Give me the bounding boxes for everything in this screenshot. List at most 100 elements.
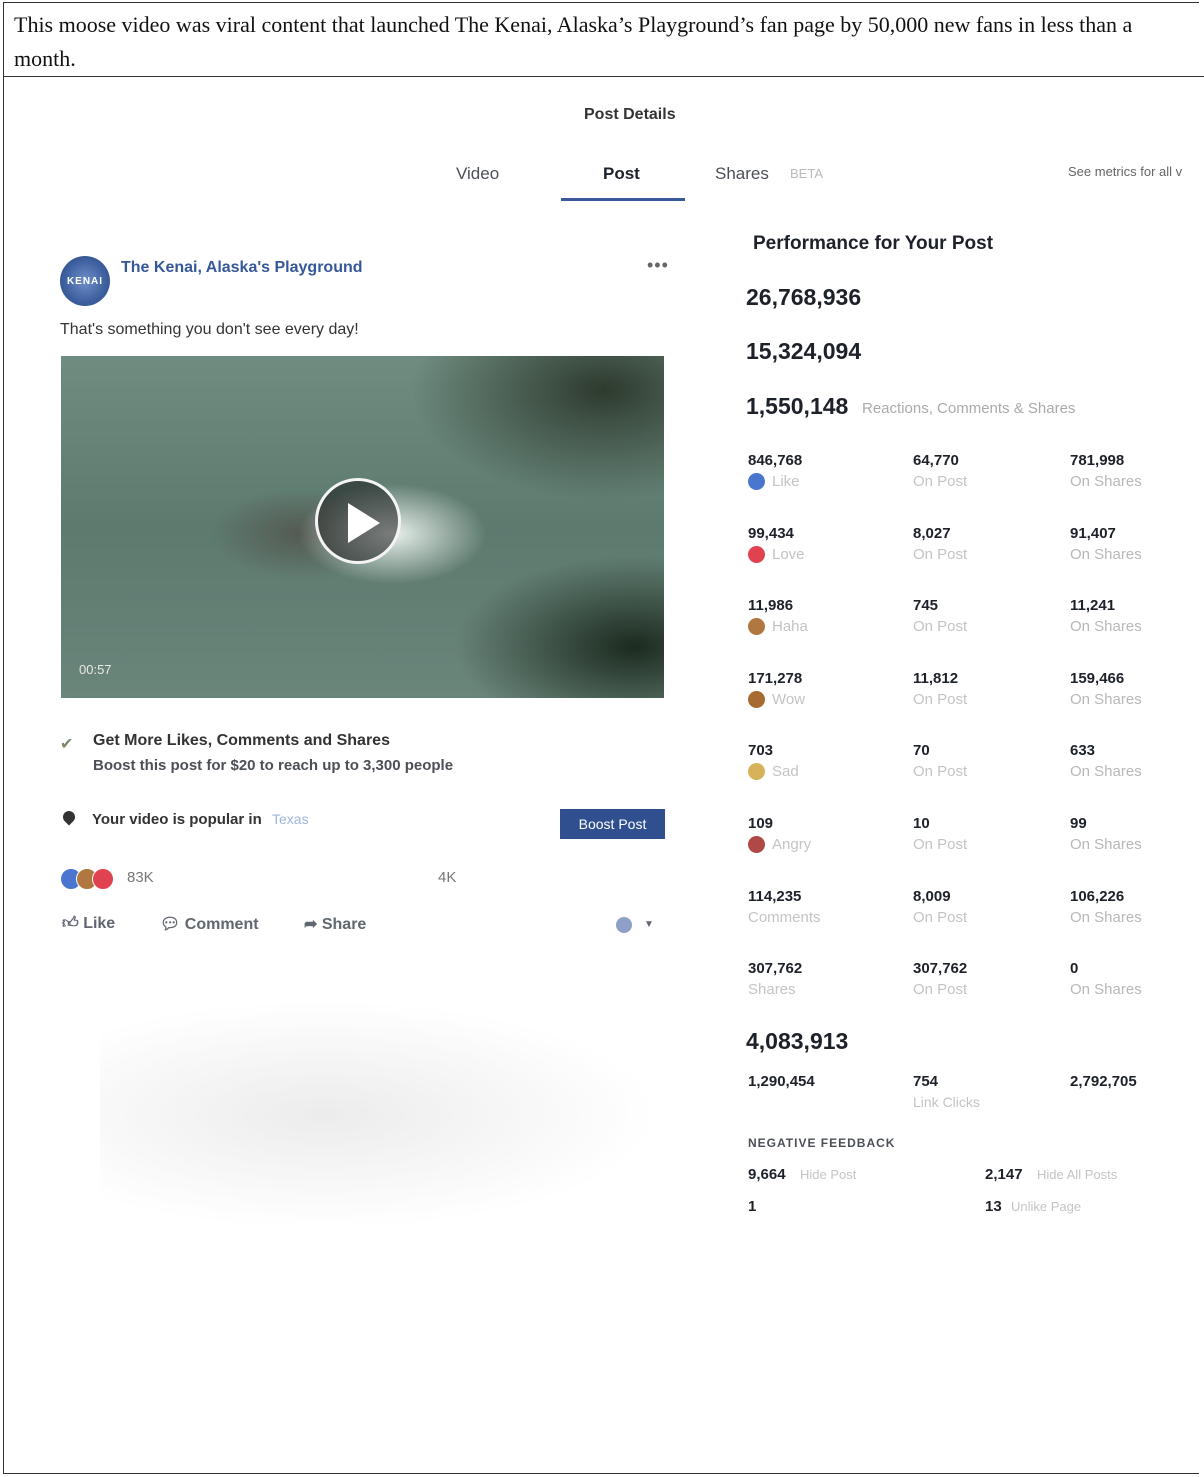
post-text: That's something you don't see every day…	[60, 321, 359, 338]
shares-count[interactable]: 4K	[438, 869, 456, 886]
row-total-value: 99,434	[748, 525, 794, 542]
row-post-label: On Post	[913, 546, 968, 563]
clicks-col2-value: 754	[913, 1073, 939, 1090]
row-total-value: 703	[748, 742, 774, 759]
share-label: Share	[321, 916, 367, 933]
row-shares-label: On Shares	[1070, 909, 1142, 926]
tab-post[interactable]: Post	[603, 164, 640, 184]
row-shares-label: On Shares	[1070, 473, 1142, 490]
row-post-label: On Post	[913, 981, 968, 998]
love-reaction-icon	[92, 868, 114, 890]
promo-title: Get More Likes, Comments and Shares	[93, 732, 390, 749]
row-post-value: 11,812	[913, 670, 959, 687]
row-post-value: 64,770	[913, 452, 959, 469]
row-shares-label: On Shares	[1070, 763, 1142, 780]
reaction-type-icon	[748, 546, 765, 563]
beta-badge: BETA	[790, 166, 823, 181]
row-type-label: Haha	[772, 618, 808, 635]
audience-globe-icon[interactable]	[616, 917, 632, 933]
comment-button[interactable]: 💬︎ Comment	[160, 914, 259, 934]
row-type-label: Wow	[772, 691, 806, 708]
row-shares-value: 633	[1070, 742, 1096, 759]
caption-divider	[3, 76, 1204, 77]
thumbs-up-icon: 👍︎	[62, 915, 79, 932]
row-total-value: 171,278	[748, 670, 803, 687]
play-button[interactable]	[315, 478, 401, 564]
row-shares-label: On Shares	[1070, 836, 1142, 853]
reaction-count[interactable]: 83K	[127, 869, 154, 886]
unlike-page-label: Unlike Page	[1011, 1199, 1082, 1214]
page-title: Post Details	[584, 106, 676, 123]
active-tab-indicator	[561, 198, 685, 201]
video-duration: 00:57	[79, 662, 112, 677]
like-button[interactable]: 👍︎ Like	[62, 914, 115, 933]
row-post-value: 10	[913, 815, 930, 832]
row-shares-value: 99	[1070, 815, 1087, 832]
unlike-page-value: 13	[985, 1198, 1002, 1215]
reaction-type-icon	[748, 473, 765, 490]
clicks-col3-value: 2,792,705	[1070, 1073, 1137, 1090]
row-shares-value: 0	[1070, 960, 1079, 977]
trend-icon: ✔	[60, 736, 74, 753]
row-shares-value: 11,241	[1070, 597, 1116, 614]
row-type-label: Comments	[748, 909, 821, 926]
row-total-value: 114,235	[748, 888, 802, 905]
row-shares-label: On Shares	[1070, 981, 1142, 998]
row-post-value: 70	[913, 742, 930, 759]
clicks-col2-label: Link Clicks	[913, 1094, 980, 1110]
row-post-value: 8,027	[913, 525, 951, 542]
row-shares-value: 106,226	[1070, 888, 1125, 905]
row-shares-value: 781,998	[1070, 452, 1125, 469]
people-reached-value: 26,768,936	[746, 284, 862, 310]
hide-post-label: Hide Post	[800, 1167, 857, 1182]
hide-post-value: 9,664	[748, 1166, 786, 1183]
boost-post-button[interactable]: Boost Post	[560, 809, 665, 839]
popular-location-link[interactable]: Texas	[272, 811, 309, 827]
row-total-value: 307,762	[748, 960, 803, 977]
page-avatar[interactable]: KENAI	[60, 256, 110, 306]
row-shares-label: On Shares	[1070, 691, 1142, 708]
row-post-value: 745	[913, 597, 939, 614]
post-clicks-value: 4,083,913	[746, 1028, 849, 1054]
row-shares-label: On Shares	[1070, 546, 1142, 563]
row-type-label: Sad	[772, 763, 799, 780]
row-type-label: Shares	[748, 981, 796, 998]
row-shares-label: On Shares	[1070, 618, 1142, 635]
promo-subtitle: Boost this post for $20 to reach up to 3…	[93, 757, 454, 774]
row-post-label: On Post	[913, 691, 968, 708]
more-options-icon[interactable]: •••	[647, 255, 669, 276]
video-player[interactable]: 00:57	[61, 356, 664, 698]
like-label: Like	[83, 915, 116, 932]
reaction-type-icon	[748, 763, 765, 780]
clicks-col1-value: 1,290,454	[748, 1073, 815, 1090]
chevron-down-icon[interactable]: ▼	[644, 919, 654, 930]
row-type-label: Like	[772, 473, 800, 490]
row-post-label: On Post	[913, 763, 968, 780]
row-post-value: 8,009	[913, 888, 951, 905]
row-post-value: 307,762	[913, 960, 968, 977]
tab-shares[interactable]: Shares	[715, 164, 769, 184]
row-post-label: On Post	[913, 473, 968, 490]
row-shares-value: 159,466	[1070, 670, 1125, 687]
row-post-label: On Post	[913, 909, 968, 926]
play-icon	[348, 503, 380, 543]
tab-video[interactable]: Video	[456, 164, 499, 184]
popular-text: Your video is popular in	[92, 811, 262, 828]
comment-label: Comment	[184, 916, 259, 933]
page-name-link[interactable]: The Kenai, Alaska's Playground	[121, 259, 363, 277]
share-button[interactable]: ➦ Share	[304, 914, 366, 934]
report-spam-value: 1	[748, 1198, 757, 1215]
reaction-type-icon	[748, 691, 765, 708]
negative-feedback-title: NEGATIVE FEEDBACK	[748, 1136, 896, 1150]
hide-all-value: 2,147	[985, 1166, 1023, 1183]
row-type-label: Angry	[772, 836, 812, 853]
reaction-type-icon	[748, 618, 765, 635]
row-shares-value: 91,407	[1070, 525, 1116, 542]
blurred-area	[100, 1000, 660, 1230]
video-views-value: 15,324,094	[746, 338, 862, 364]
engagement-label: Reactions, Comments & Shares	[862, 400, 1076, 417]
comment-icon: 💬︎	[160, 916, 181, 933]
see-metrics-link[interactable]: See metrics for all v	[1068, 164, 1182, 179]
row-type-label: Love	[772, 546, 805, 563]
row-post-label: On Post	[913, 836, 968, 853]
